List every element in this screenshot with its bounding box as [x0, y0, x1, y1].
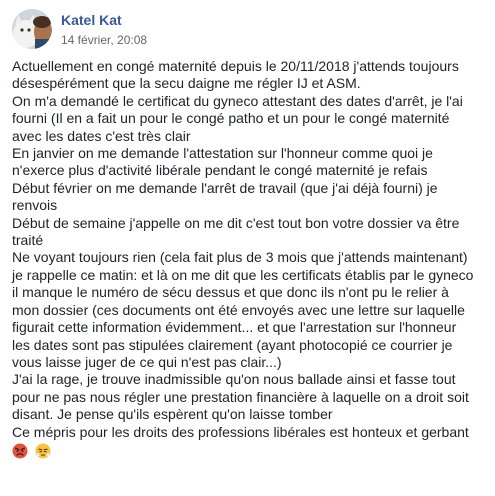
- post-text-line: vous laisse juger de ce qui n'est pas cl…: [12, 353, 282, 370]
- post-text-line: disant. Je pense qu'ils espèrent qu'on l…: [12, 406, 333, 423]
- post-text-line: figurait cette information évidemment...…: [12, 319, 457, 336]
- post-text-line: Ne voyant toujours rien (cela fait plus …: [12, 249, 468, 266]
- facebook-post: Katel Kat 14 février, 20:08 Actuellement…: [0, 0, 495, 496]
- post-text-line: traité: [12, 232, 44, 249]
- post-text-line: Ce mépris pour les droits des profession…: [12, 423, 469, 440]
- author-name[interactable]: Katel Kat: [61, 12, 122, 28]
- post-text-line: Début de semaine j'appelle on me dit c'e…: [12, 214, 460, 231]
- post-text-line: fourni (Il en a fait un pour le congé pa…: [12, 110, 450, 127]
- post-text-line: il manque le numéro de sécu dessus et qu…: [12, 284, 449, 301]
- post-text-line: Actuellement en congé maternité depuis l…: [12, 58, 459, 74]
- post-text-line: Début février on me demande l'arrêt de t…: [12, 179, 438, 196]
- post-timestamp[interactable]: 14 février, 20:08: [61, 33, 147, 47]
- post-text-line: avec les dates c'est très clair: [12, 127, 191, 144]
- profile-photo-icon: [12, 9, 52, 49]
- post-text-line: J'ai la rage, je trouve inadmissible qu'…: [12, 371, 456, 388]
- emoji-row: [12, 443, 490, 461]
- post-text-line: pour ne pas nous régler une prestation f…: [12, 388, 469, 405]
- post-text-line: En janvier on me demande l'attestation s…: [12, 145, 433, 162]
- post-text-line: je rappelle ce matin: et là on me dit qu…: [12, 266, 474, 283]
- post-text-line: n'exerce plus d'activité libérale pendan…: [12, 162, 428, 179]
- post-text-line: On m'a demandé le certificat du gyneco a…: [12, 92, 463, 109]
- post-text: Actuellement en congé maternité depuis l…: [12, 58, 490, 461]
- face-with-steam-emoji-icon: [35, 443, 51, 459]
- angry-face-emoji-icon: [12, 443, 28, 459]
- post-text-line: les dates sont pas stipulées clairement …: [12, 336, 453, 353]
- post-text-line: renvois: [12, 197, 58, 214]
- avatar[interactable]: [12, 9, 52, 49]
- post-text-line: mon dossier (ces documents ont été envoy…: [12, 301, 465, 318]
- post-text-line: désespérément que la secu daigne me régl…: [12, 75, 361, 92]
